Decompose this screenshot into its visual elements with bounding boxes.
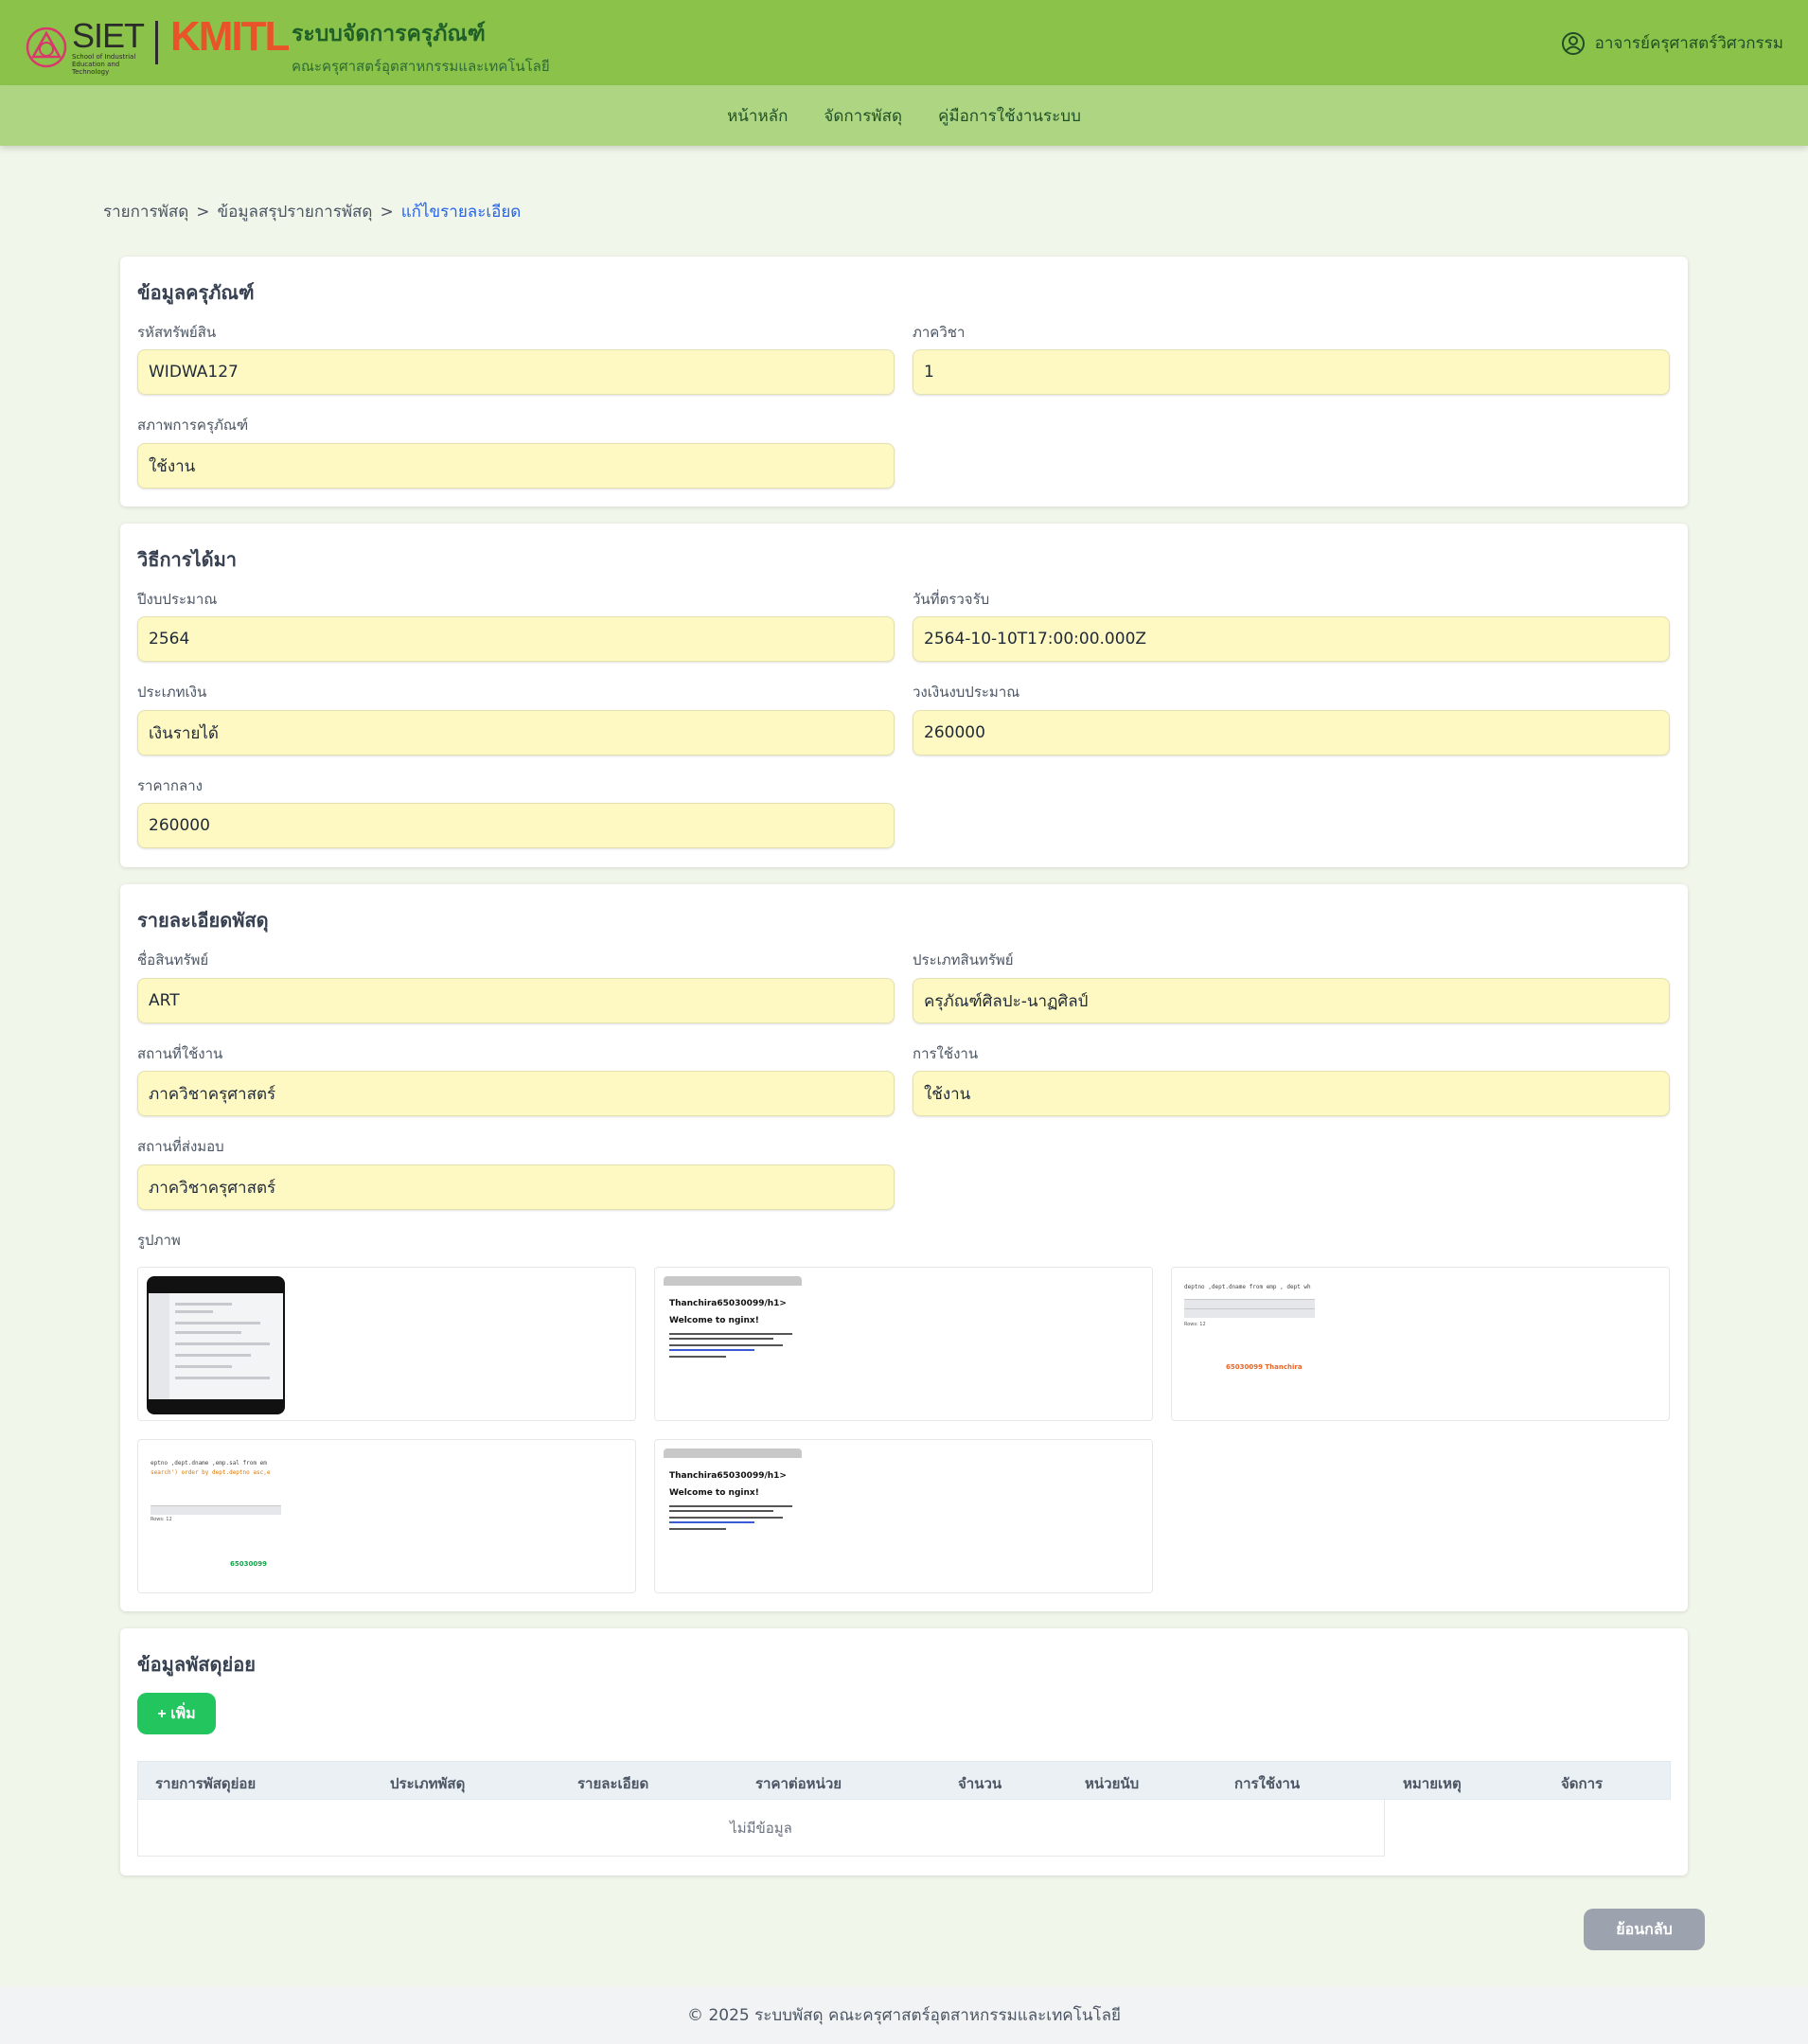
acquisition-card: วิธีการได้มา ปีงบประมาณ 2564 วันที่ตรวจร… bbox=[120, 524, 1688, 867]
budget-amount-label: วงเงินงบประมาณ bbox=[913, 684, 1020, 701]
footer: © 2025 ระบบพัสดุ คณะครุศาสตร์อุตสาหกรรมแ… bbox=[0, 1986, 1808, 2044]
table-header: รายการพัสดุย่อย ประเภทพัสดุ รายละเอียด ร… bbox=[137, 1761, 1671, 1800]
inspection-date-field[interactable]: 2564-10-10T17:00:00.000Z bbox=[913, 616, 1670, 662]
usage-label: การใช้งาน bbox=[913, 1045, 979, 1062]
table-empty-row: ไม่มีข้อมูล bbox=[137, 1800, 1385, 1857]
acquisition-title: วิธีการได้มา bbox=[137, 548, 237, 571]
image-text: Welcome to nginx! bbox=[669, 1488, 759, 1498]
app-title-block: ระบบจัดการครุภัณฑ์ คณะครุศาสตร์อุตสาหกรร… bbox=[292, 17, 550, 78]
budget-year-label: ปีงบประมาณ bbox=[137, 591, 218, 608]
delivery-location-label: สถานที่ส่งมอบ bbox=[137, 1138, 224, 1155]
breadcrumb: รายการพัสดุ > ข้อมูลสรุปรายการพัสดุ > แก้ไขร… bbox=[103, 199, 521, 224]
image-thumbnail bbox=[147, 1276, 285, 1414]
asset-type-label: ประเภทสินทรัพย์ bbox=[913, 951, 1014, 969]
equipment-info-card: ข้อมูลครุภัณฑ์ รหัสทรัพย์สิน WIDWA127 ภา… bbox=[120, 257, 1688, 507]
image-thumbnail: eptno ,dept.dname ,emp.sal from em searc… bbox=[147, 1449, 285, 1587]
breadcrumb-supply-list[interactable]: รายการพัสดุ bbox=[103, 203, 188, 222]
user-menu[interactable]: อาจารย์ครุศาสตร์วิศวกรรม bbox=[1561, 30, 1783, 56]
median-price-field[interactable]: 260000 bbox=[137, 803, 895, 848]
image-tile[interactable] bbox=[137, 1267, 636, 1421]
condition-field[interactable]: ใช้งาน bbox=[137, 443, 895, 489]
column-header[interactable]: รายการพัสดุย่อย bbox=[155, 1772, 256, 1795]
supply-details-card: รายละเอียดพัสดุ ชื่อสินทรัพย์ ART ประเภท… bbox=[120, 884, 1688, 1611]
image-text: eptno ,dept.dname ,emp.sal from em bbox=[151, 1460, 267, 1466]
breadcrumb-separator: > bbox=[196, 203, 210, 222]
image-text: Thanchira65030099/h1> bbox=[669, 1299, 787, 1308]
location-label: สถานที่ใช้งาน bbox=[137, 1045, 223, 1062]
image-text: Rows: 12 bbox=[1184, 1322, 1206, 1327]
image-thumbnail: deptno ,dept.dname from emp , dept wh Ro… bbox=[1180, 1276, 1319, 1414]
user-name: อาจารย์ครุศาสตร์วิศวกรรม bbox=[1594, 34, 1783, 53]
budget-amount-field[interactable]: 260000 bbox=[913, 710, 1670, 755]
app-title: ระบบจัดการครุภัณฑ์ bbox=[292, 22, 486, 46]
nav-manage-supplies[interactable]: จัดการพัสดุ bbox=[824, 103, 902, 129]
budget-year-field[interactable]: 2564 bbox=[137, 616, 895, 662]
siet-logo-icon bbox=[26, 27, 67, 68]
image-text: 65030099 Thanchira bbox=[1226, 1363, 1303, 1371]
asset-name-field[interactable]: ART bbox=[137, 978, 895, 1023]
image-text: deptno ,dept.dname from emp , dept wh bbox=[1184, 1284, 1311, 1290]
asset-type-field[interactable]: ครุภัณฑ์ศิลปะ-นาฏศิลป์ bbox=[913, 978, 1670, 1023]
siet-logo-subtext: School of Industrial Education and Techn… bbox=[72, 53, 136, 76]
top-header: SIET School of Industrial Education and … bbox=[0, 0, 1808, 85]
department-label: ภาควิชา bbox=[913, 324, 966, 341]
usage-field[interactable]: ใช้งาน bbox=[913, 1071, 1670, 1116]
image-thumbnail: Thanchira65030099/h1> Welcome to nginx! bbox=[664, 1276, 802, 1414]
image-text: Thanchira65030099/h1> bbox=[669, 1471, 787, 1481]
column-header[interactable]: จำนวน bbox=[958, 1772, 1001, 1795]
median-price-label: ราคากลาง bbox=[137, 777, 203, 794]
delivery-location-field[interactable]: ภาควิชาครุศาสตร์ bbox=[137, 1164, 895, 1210]
kmitl-logo[interactable]: KMITL bbox=[170, 13, 290, 61]
breadcrumb-supply-summary[interactable]: ข้อมูลสรุปรายการพัสดุ bbox=[217, 203, 372, 222]
column-header[interactable]: หน่วยนับ bbox=[1085, 1772, 1139, 1795]
image-text: Welcome to nginx! bbox=[669, 1316, 759, 1325]
user-circle-icon bbox=[1561, 31, 1585, 55]
app-subtitle: คณะครุศาสตร์อุตสาหกรรมและเทคโนโลยี bbox=[292, 58, 550, 75]
image-text: search') order by dept.deptno asc,e bbox=[151, 1469, 271, 1476]
add-sub-item-button[interactable]: + เพิ่ม bbox=[137, 1693, 216, 1734]
breadcrumb-separator: > bbox=[380, 203, 394, 222]
breadcrumb-current: แก้ไขรายละเอียด bbox=[400, 203, 522, 222]
image-tile[interactable]: Thanchira65030099/h1> Welcome to nginx! bbox=[654, 1267, 1153, 1421]
inspection-date-label: วันที่ตรวจรับ bbox=[913, 591, 990, 608]
column-header[interactable]: การใช้งาน bbox=[1234, 1772, 1300, 1795]
image-thumbnail: Thanchira65030099/h1> Welcome to nginx! bbox=[664, 1449, 802, 1587]
asset-code-label: รหัสทรัพย์สิน bbox=[137, 324, 217, 341]
department-field[interactable]: 1 bbox=[913, 349, 1670, 395]
image-tile[interactable]: eptno ,dept.dname ,emp.sal from em searc… bbox=[137, 1439, 636, 1593]
money-type-field[interactable]: เงินรายได้ bbox=[137, 710, 895, 755]
condition-label: สภาพการครุภัณฑ์ bbox=[137, 417, 249, 434]
money-type-label: ประเภทเงิน bbox=[137, 684, 207, 701]
siet-logo[interactable]: SIET School of Industrial Education and … bbox=[25, 16, 145, 76]
image-text: 65030099 bbox=[230, 1560, 267, 1568]
column-header[interactable]: ราคาต่อหน่วย bbox=[755, 1772, 842, 1795]
nav-user-manual[interactable]: คู่มือการใช้งานระบบ bbox=[938, 103, 1081, 129]
asset-name-label: ชื่อสินทรัพย์ bbox=[137, 951, 209, 969]
column-header[interactable]: หมายเหตุ bbox=[1403, 1772, 1462, 1795]
siet-logo-text: SIET bbox=[72, 16, 145, 55]
main-nav: หน้าหลัก จัดการพัสดุ คู่มือการใช้งานระบบ bbox=[0, 85, 1808, 146]
image-text: Rows: 12 bbox=[151, 1517, 172, 1522]
images-label: รูปภาพ bbox=[137, 1232, 181, 1249]
supply-details-title: รายละเอียดพัสดุ bbox=[137, 909, 269, 932]
back-button[interactable]: ย้อนกลับ bbox=[1584, 1909, 1705, 1950]
image-tile[interactable]: deptno ,dept.dname from emp , dept wh Ro… bbox=[1171, 1267, 1670, 1421]
nav-home[interactable]: หน้าหลัก bbox=[727, 103, 788, 129]
logo-divider bbox=[155, 21, 158, 64]
column-header[interactable]: จัดการ bbox=[1561, 1772, 1603, 1795]
image-tile[interactable]: Thanchira65030099/h1> Welcome to nginx! bbox=[654, 1439, 1153, 1593]
location-field[interactable]: ภาควิชาครุศาสตร์ bbox=[137, 1071, 895, 1116]
column-header[interactable]: ประเภทพัสดุ bbox=[390, 1772, 465, 1795]
sub-items-title: ข้อมูลพัสดุย่อย bbox=[137, 1653, 256, 1676]
asset-code-field[interactable]: WIDWA127 bbox=[137, 349, 895, 395]
equipment-info-title: ข้อมูลครุภัณฑ์ bbox=[137, 281, 255, 304]
sub-items-card: ข้อมูลพัสดุย่อย + เพิ่ม รายการพัสดุย่อย … bbox=[120, 1628, 1688, 1875]
column-header[interactable]: รายละเอียด bbox=[577, 1772, 648, 1795]
